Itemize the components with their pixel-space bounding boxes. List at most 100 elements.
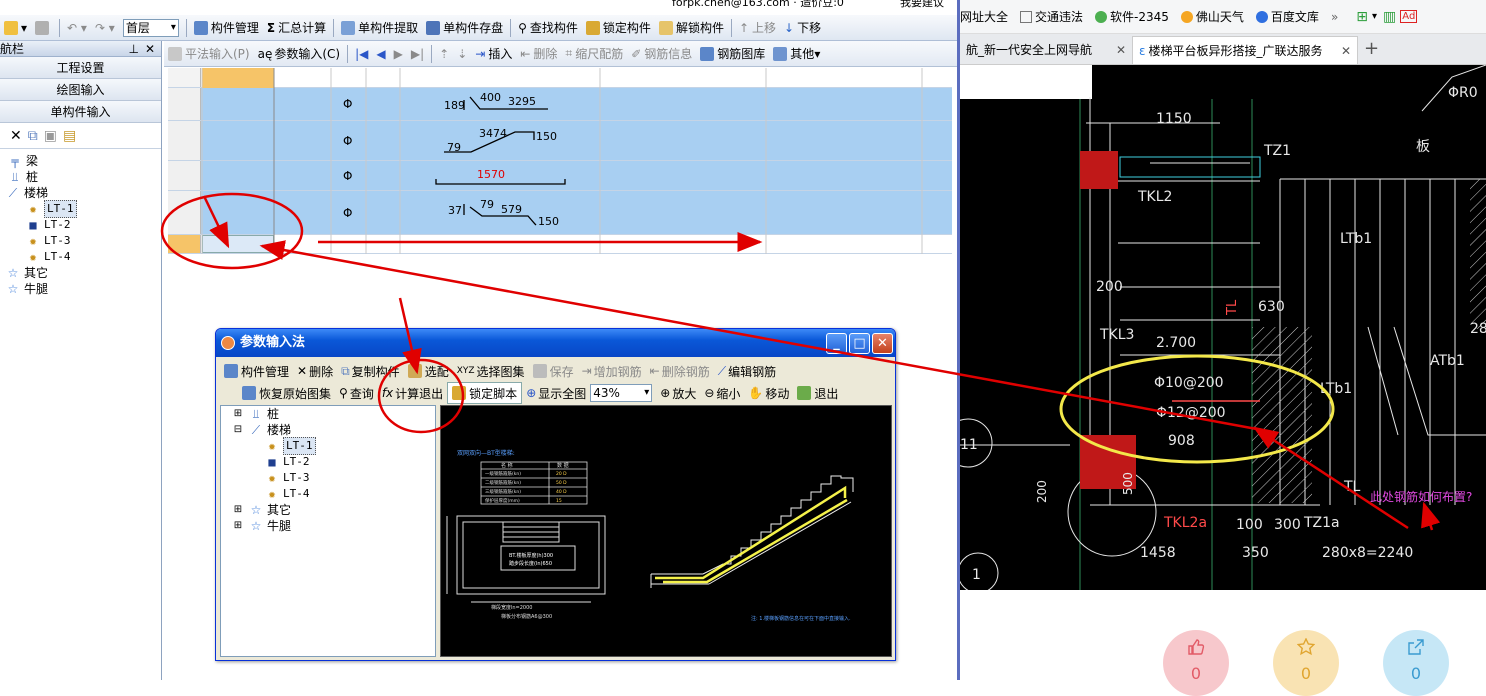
- reader-icon[interactable]: ▥: [1383, 9, 1396, 25]
- zoom-out-button[interactable]: ⊖ 缩小: [700, 382, 744, 404]
- atlas-drawing-canvas[interactable]: 双网双向—BT型楼梯: 名 称 数 据 一级钢筋箍筋(kn) 20 D 二级钢筋…: [440, 405, 892, 657]
- rebar-library-button[interactable]: 钢筋图库: [696, 43, 769, 65]
- bookmark-item[interactable]: 交通违法: [1020, 8, 1083, 25]
- nav-section-single-input[interactable]: 单构件输入: [0, 101, 161, 123]
- copy-icon[interactable]: ⧉: [28, 128, 38, 144]
- tree-item-lt4[interactable]: ✹ LT-4: [0, 249, 161, 265]
- first-record-button[interactable]: |◀: [351, 43, 372, 65]
- flat-input-button[interactable]: 平法输入(P): [164, 43, 254, 65]
- last-record-button[interactable]: ▶|: [407, 43, 428, 65]
- apps-icon[interactable]: ⊞: [1356, 9, 1368, 25]
- paste-icon[interactable]: ▣: [44, 128, 57, 144]
- lock-component-button[interactable]: 锁定构件: [582, 17, 655, 39]
- show-all-button[interactable]: ⊕ 显示全图: [522, 382, 590, 404]
- tree-item-beam[interactable]: ╤ 梁: [0, 153, 161, 169]
- open-button[interactable]: ▾: [0, 17, 31, 39]
- zoom-in-button[interactable]: ⊕ 放大: [656, 382, 700, 404]
- nav-section-drawing-input[interactable]: 绘图输入: [0, 79, 161, 101]
- tree-item-lt3[interactable]: ✹ LT-3: [0, 233, 161, 249]
- dlg-delete-button[interactable]: ✕ 删除: [293, 360, 337, 382]
- close-icon[interactable]: ✕: [1116, 36, 1126, 64]
- other-menu-button[interactable]: 其他 ▾: [769, 43, 824, 65]
- tree-item-stair[interactable]: ⟋ 楼梯: [0, 185, 161, 201]
- single-save-button[interactable]: 单构件存盘: [422, 17, 507, 39]
- expand-icon[interactable]: ⊞: [231, 518, 245, 534]
- lock-script-button[interactable]: 锁定脚本: [447, 382, 523, 404]
- save-file-button[interactable]: [31, 17, 56, 39]
- dialog-title-bar[interactable]: 参数输入法 _ □ ✕: [216, 329, 895, 357]
- bookmark-item[interactable]: 软件-2345: [1095, 8, 1169, 25]
- maximize-button[interactable]: □: [849, 333, 870, 354]
- tree-item-corbel[interactable]: ☆ 牛腿: [0, 281, 161, 297]
- tree-item-lt1[interactable]: ✹ LT-1: [0, 200, 161, 218]
- restore-atlas-button[interactable]: 恢复原始图集: [238, 382, 335, 404]
- dlg-tree-stair[interactable]: ⊟ ⟋ 楼梯: [221, 422, 435, 438]
- close-icon[interactable]: ✕: [1340, 37, 1351, 64]
- calc-exit-button[interactable]: fx 计算退出: [378, 382, 447, 404]
- summary-calc-button[interactable]: Σ 汇总计算: [263, 17, 330, 39]
- chevron-down-icon[interactable]: ▾: [1372, 11, 1377, 22]
- share-button[interactable]: 0: [1383, 630, 1449, 696]
- browser-tab-active[interactable]: ε 楼梯平台板异形搭接_广联达服务 ✕: [1132, 36, 1358, 64]
- dlg-select-atlas-button[interactable]: XYZ 选择图集: [453, 360, 529, 382]
- like-button[interactable]: 0: [1163, 630, 1229, 696]
- dlg-component-manage-button[interactable]: 构件管理: [220, 360, 293, 382]
- scale-rebar-button[interactable]: ⌗ 缩尺配筋: [561, 43, 627, 65]
- dlg-tree-lt3[interactable]: ✹ LT-3: [221, 470, 435, 486]
- insert-button[interactable]: ⇥ 插入: [471, 43, 516, 65]
- move-down-button[interactable]: ↓ 下移: [780, 17, 825, 39]
- dlg-save-button[interactable]: 保存: [529, 360, 578, 382]
- dlg-tree-corbel[interactable]: ⊞ ☆ 牛腿: [221, 518, 435, 534]
- zoom-select[interactable]: 43%: [590, 384, 653, 402]
- dlg-copy-button[interactable]: ⧉ 复制构件: [337, 360, 404, 382]
- bookmark-item[interactable]: 网址大全: [960, 8, 1008, 25]
- dlg-select-config-button[interactable]: 选配: [404, 360, 453, 382]
- floor-select[interactable]: 首层: [122, 18, 179, 37]
- delete-icon[interactable]: ✕: [10, 128, 22, 144]
- find-component-button[interactable]: ⚲ 查找构件: [514, 17, 582, 39]
- tree-item-lt2[interactable]: ■ LT-2: [0, 217, 161, 233]
- row-down-button[interactable]: ⇣: [453, 43, 471, 65]
- tree-item-other[interactable]: ☆ 其它: [0, 265, 161, 281]
- nav-section-project-settings[interactable]: 工程设置: [0, 57, 161, 79]
- single-extract-button[interactable]: 单构件提取: [337, 17, 422, 39]
- expand-icon[interactable]: ⊞: [231, 406, 245, 422]
- query-button[interactable]: ⚲ 查询: [335, 382, 378, 404]
- bookmark-item[interactable]: 佛山天气: [1180, 8, 1244, 25]
- tree-item-pile[interactable]: ⫫ 桩: [0, 169, 161, 185]
- component-manage-button[interactable]: 构件管理: [190, 17, 263, 39]
- pin-icon[interactable]: ⊥: [129, 41, 139, 57]
- collapse-icon[interactable]: ⊟: [231, 422, 245, 438]
- minimize-button[interactable]: _: [826, 333, 847, 354]
- dlg-tree-lt2[interactable]: ■ LT-2: [221, 454, 435, 470]
- feedback-link[interactable]: 我要建议: [900, 0, 944, 8]
- browser-tab[interactable]: 航_新一代安全上网导航 ✕: [960, 36, 1132, 64]
- dlg-edit-rebar-button[interactable]: ⟋ 编辑钢筋: [714, 360, 780, 382]
- prev-record-button[interactable]: ◀: [372, 43, 389, 65]
- delete-row-button[interactable]: ⇤ 删除: [516, 43, 561, 65]
- unlock-component-button[interactable]: 解锁构件: [655, 17, 728, 39]
- pan-button[interactable]: ✋ 移动: [744, 382, 793, 404]
- exit-button[interactable]: 退出: [793, 382, 842, 404]
- close-button[interactable]: ✕: [872, 333, 893, 354]
- close-icon[interactable]: ✕: [145, 41, 155, 57]
- undo-button[interactable]: ↶ ▾: [63, 17, 91, 39]
- clipboard-icon[interactable]: ▤: [63, 128, 76, 144]
- redo-button[interactable]: ↷ ▾: [91, 17, 119, 39]
- favorite-button[interactable]: 0: [1273, 630, 1339, 696]
- rebar-info-button[interactable]: ✐ 钢筋信息: [627, 43, 696, 65]
- dlg-add-rebar-button[interactable]: ⇥ 增加钢筋: [578, 360, 646, 382]
- dlg-tree-lt4[interactable]: ✹ LT-4: [221, 486, 435, 502]
- param-input-button[interactable]: a͏ę 参数输入(C): [254, 43, 345, 65]
- next-record-button[interactable]: ▶: [390, 43, 407, 65]
- dlg-delete-rebar-button[interactable]: ⇤ 删除钢筋: [646, 360, 714, 382]
- move-up-button[interactable]: ↑ 上移: [735, 17, 780, 39]
- dlg-tree-lt1[interactable]: ✹ LT-1: [221, 437, 435, 455]
- dlg-tree-other[interactable]: ⊞ ☆ 其它: [221, 502, 435, 518]
- row-up-button[interactable]: ⇡: [435, 43, 453, 65]
- more-bookmarks-icon[interactable]: »: [1331, 10, 1338, 24]
- dlg-tree-pile[interactable]: ⊞ ⫫ 桩: [221, 406, 435, 422]
- adblock-icon[interactable]: Ad: [1400, 10, 1418, 23]
- expand-icon[interactable]: ⊞: [231, 502, 245, 518]
- new-tab-button[interactable]: +: [1358, 36, 1385, 64]
